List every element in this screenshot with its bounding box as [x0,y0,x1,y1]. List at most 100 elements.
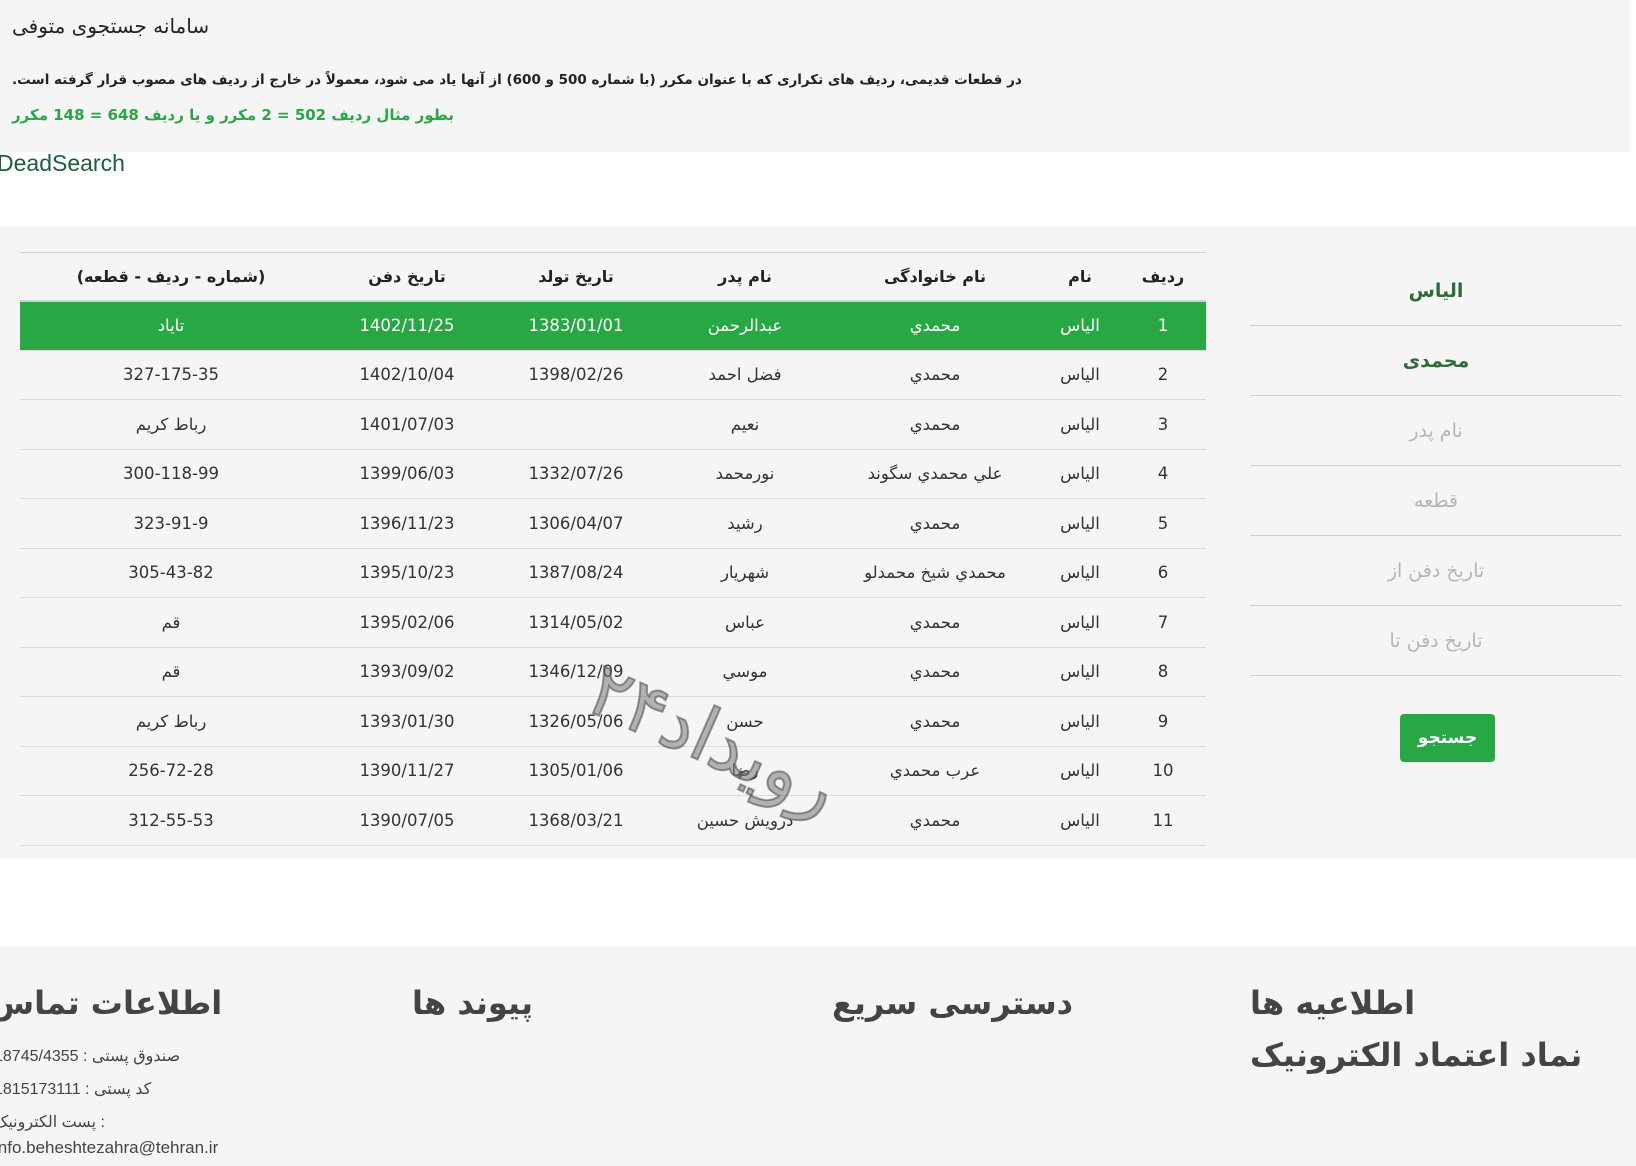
cell-row-number: 7 [1120,597,1206,648]
results-table: ردیف نام نام خانوادگی نام پدر تاریخ تولد… [20,252,1206,846]
last-name-field[interactable] [1250,326,1622,396]
brand-title: DeadSearch [0,150,125,176]
cell-first-name: الياس [1040,548,1120,598]
cell-first-name: الياس [1040,795,1120,846]
cell-first-name: الياس [1040,300,1120,351]
cell-location: قم [20,647,322,697]
first-name-field[interactable] [1250,256,1622,326]
cell-first-name: الياس [1040,350,1120,400]
cell-row-number: 11 [1120,795,1206,846]
cell-last-name: محمدي [830,498,1040,549]
cell-last-name: عرب محمدي [830,746,1040,796]
footer-email-link[interactable]: info.beheshtezahra@tehran.ir [0,1138,218,1158]
cell-row-number: 4 [1120,449,1206,499]
cell-birth-date [492,399,660,450]
cell-father-name: رضا [660,746,830,796]
table-row[interactable]: 10 الياس عرب محمدي رضا 1305/01/06 1390/11/27 2… [20,746,1206,796]
cell-row-number: 8 [1120,647,1206,697]
section-field[interactable] [1250,466,1622,536]
cell-location: تاياد [20,300,322,351]
cell-first-name: الياس [1040,597,1120,648]
cell-last-name: محمدي [830,399,1040,450]
cell-row-number: 5 [1120,498,1206,549]
table-row[interactable]: 9 الياس محمدي حسن 1326/05/06 1393/01/30 رباط ك… [20,696,1206,747]
cell-birth-date: 1398/02/26 [492,350,660,400]
table-row[interactable]: 8 الياس محمدي موسي 1346/12/09 1393/09/02 قم [20,647,1206,697]
cell-row-number: 10 [1120,746,1206,796]
cell-row-number: 6 [1120,548,1206,598]
footer-trust-seal-heading[interactable]: نماد اعتماد الکترونیک [1250,1036,1582,1074]
cell-father-name: شهريار [660,548,830,598]
cell-burial-date: 1401/07/03 [322,399,492,450]
col-header-burial-date[interactable]: تاریخ دفن [322,252,492,302]
cell-birth-date: 1305/01/06 [492,746,660,796]
col-header-father-name[interactable]: نام پدر [660,252,830,302]
cell-location: 323-91-9 [20,498,322,549]
col-header-first-name[interactable]: نام [1040,252,1120,302]
father-name-field[interactable] [1250,396,1622,466]
cell-last-name: محمدي [830,696,1040,747]
cell-location: 300-118-99 [20,449,322,499]
col-header-last-name[interactable]: نام خانوادگی [830,252,1040,302]
repeat-rows-example: بطور مثال ردیف 502 = 2 مکرر و یا ردیف 64… [12,106,454,124]
cell-row-number: 2 [1120,350,1206,400]
cell-location: 312-55-53 [20,795,322,846]
cell-location: 256-72-28 [20,746,322,796]
cell-burial-date: 1393/01/30 [322,696,492,747]
search-form: جستجو [1250,256,1622,762]
cell-location: 305-43-82 [20,548,322,598]
cell-first-name: الياس [1040,498,1120,549]
cell-last-name: محمدي [830,647,1040,697]
cell-father-name: فضل احمد [660,350,830,400]
col-header-birth-date[interactable]: تاریخ تولد [492,252,660,302]
cell-birth-date: 1306/04/07 [492,498,660,549]
cell-father-name: نورمحمد [660,449,830,499]
footer-quick-access-heading: دسترسی سریع [832,984,1074,1022]
cell-father-name: نعيم [660,399,830,450]
cell-birth-date: 1383/01/01 [492,300,660,351]
cell-burial-date: 1395/10/23 [322,548,492,598]
cell-row-number: 9 [1120,696,1206,747]
burial-date-to-field[interactable] [1250,606,1622,676]
cell-first-name: الياس [1040,696,1120,747]
table-row[interactable]: 11 الياس محمدي درويش حسين 1368/03/21 1390/07/… [20,795,1206,846]
cell-father-name: درويش حسين [660,795,830,846]
table-row[interactable]: 3 الياس محمدي نعيم 1401/07/03 رباط كريم [20,399,1206,450]
cell-father-name: رشيد [660,498,830,549]
burial-date-from-field[interactable] [1250,536,1622,606]
footer: اطلاعیه ها نماد اعتماد الکترونیک دسترسی … [0,946,1636,1166]
col-header-row-number[interactable]: ردیف [1120,252,1206,302]
table-row[interactable]: 7 الياس محمدي عباس 1314/05/02 1395/02/06 قم [20,597,1206,648]
cell-first-name: الياس [1040,449,1120,499]
cell-burial-date: 1402/10/04 [322,350,492,400]
repeat-rows-note: در قطعات قدیمی، ردیف های تکراری که با عن… [12,72,1022,88]
footer-po-box: صندوق پستی : 18745/4355 [0,1048,181,1065]
cell-burial-date: 1402/11/25 [322,300,492,351]
cell-birth-date: 1368/03/21 [492,795,660,846]
col-header-location[interactable]: (شماره - ردیف - قطعه) [20,252,322,302]
cell-last-name: محمدي [830,300,1040,351]
table-row[interactable]: 5 الياس محمدي رشيد 1306/04/07 1396/11/23 323-9… [20,498,1206,549]
table-row[interactable]: 4 الياس علي محمدي سگوند نورمحمد 1332/07/26 13… [20,449,1206,499]
cell-birth-date: 1314/05/02 [492,597,660,648]
cell-location: قم [20,597,322,648]
cell-last-name: محمدي [830,795,1040,846]
cell-burial-date: 1395/02/06 [322,597,492,648]
footer-email-label: پست الکترونیک : [0,1114,105,1131]
cell-last-name: محمدي [830,597,1040,648]
cell-father-name: حسن [660,696,830,747]
table-row[interactable]: 1 الياس محمدي عبدالرحمن 1383/01/01 1402/11/25… [20,300,1206,351]
cell-birth-date: 1346/12/09 [492,647,660,697]
table-row[interactable]: 6 الياس محمدي شيخ محمدلو شهريار 1387/08/24 13… [20,548,1206,598]
cell-first-name: الياس [1040,746,1120,796]
footer-links-heading: پیوند ها [412,984,533,1022]
table-row[interactable]: 2 الياس محمدي فضل احمد 1398/02/26 1402/10/04 3… [20,350,1206,400]
search-button[interactable]: جستجو [1400,714,1495,762]
footer-announcements-heading[interactable]: اطلاعیه ها [1250,984,1415,1022]
cell-last-name: علي محمدي سگوند [830,449,1040,499]
page-title: سامانه جستجوی متوفی [12,14,210,38]
cell-row-number: 1 [1120,300,1206,351]
cell-first-name: الياس [1040,647,1120,697]
cell-birth-date: 1387/08/24 [492,548,660,598]
cell-burial-date: 1399/06/03 [322,449,492,499]
